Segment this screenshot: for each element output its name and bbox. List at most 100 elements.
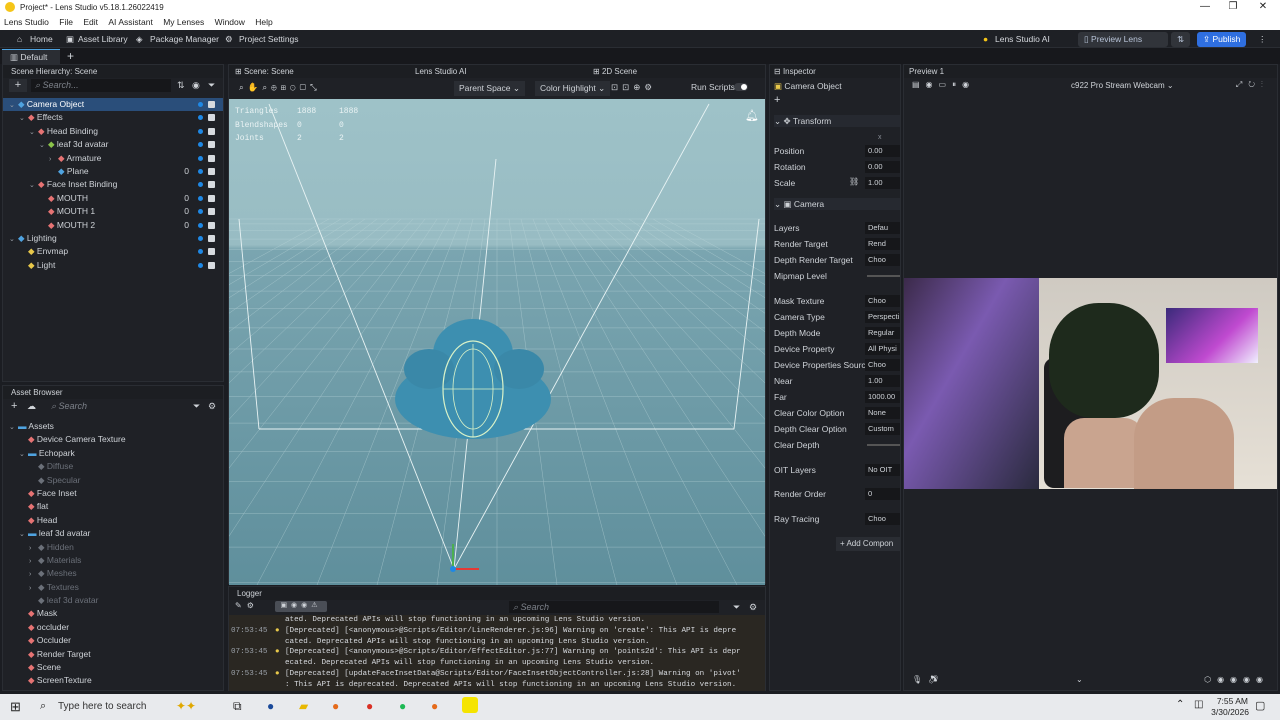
log-line[interactable]: : This API is deprecated. Deprecated API… xyxy=(231,680,765,691)
expand-arrow-icon[interactable]: › xyxy=(29,568,38,581)
property-value[interactable]: No OIT xyxy=(865,464,900,476)
hierarchy-item[interactable]: ⌄ ◆ Head Binding xyxy=(3,125,223,138)
assets-item[interactable]: ◆ Render Target xyxy=(3,648,223,661)
file-explorer-icon[interactable]: ▰ xyxy=(299,699,308,713)
lens-studio-taskbar-icon[interactable] xyxy=(462,697,478,713)
assets-item[interactable]: ⌄ ▬ Echopark xyxy=(3,447,223,460)
enable-checkbox[interactable] xyxy=(208,208,215,216)
transform-header[interactable]: ⌄ ✥ Transform xyxy=(774,115,900,127)
enable-checkbox[interactable] xyxy=(208,141,215,149)
tab-scene[interactable]: ⊞ Scene: Scene xyxy=(235,65,294,78)
chrome-icon[interactable]: ● xyxy=(366,699,373,713)
firefox-icon[interactable]: ● xyxy=(332,699,339,713)
close-button[interactable]: ✕ xyxy=(1248,1,1278,12)
maximize-button[interactable]: ❐ xyxy=(1218,1,1248,12)
visibility-icon[interactable]: ◉ xyxy=(192,80,200,91)
property-value[interactable]: 1000.00 xyxy=(865,391,900,403)
minimize-button[interactable]: — xyxy=(1190,1,1220,12)
menu-ai-assistant[interactable]: AI Assistant xyxy=(108,16,152,27)
enable-checkbox[interactable] xyxy=(208,221,215,229)
log-line[interactable]: ecated. Deprecated APIs will stop functi… xyxy=(231,658,765,669)
menu-lens-studio[interactable]: Lens Studio xyxy=(4,16,49,27)
assets-item[interactable]: ◆ Device Camera Texture xyxy=(3,433,223,446)
position-x-field[interactable]: 0.00 xyxy=(865,145,900,157)
clock-date[interactable]: 3/30/2026 xyxy=(1205,707,1249,717)
enable-checkbox[interactable] xyxy=(208,114,215,122)
preview-action-icons[interactable]: ⤢↻⋮ xyxy=(1236,80,1269,90)
property-slider[interactable] xyxy=(867,275,900,277)
hierarchy-item[interactable]: ⌄ ◆ Camera Object xyxy=(3,98,223,112)
lens-studio-ai-button[interactable]: Lens Studio AI xyxy=(995,34,1050,44)
cloud-icon[interactable]: ☁ xyxy=(27,401,36,412)
add-tag-button[interactable]: + xyxy=(774,94,780,106)
asset-filter-icon[interactable]: ⏷ xyxy=(193,401,200,412)
publish-button[interactable]: ⇪ Publish xyxy=(1197,32,1247,47)
assets-item[interactable]: ◆ Head xyxy=(3,514,223,527)
property-value[interactable]: Choo xyxy=(865,359,900,371)
camera-bell-icon[interactable]: 🔔︎ xyxy=(745,109,759,122)
view-tool-icons[interactable]: ⊡⊡⊕⚙ xyxy=(611,82,656,93)
assets-item[interactable]: ⌄ ▬ Assets xyxy=(3,420,223,433)
expand-arrow-icon[interactable]: › xyxy=(29,555,38,568)
expand-arrow-icon[interactable]: › xyxy=(29,542,38,555)
expand-arrow-icon[interactable]: ⌄ xyxy=(9,421,18,434)
assets-item[interactable]: ◆ Face Inset xyxy=(3,487,223,500)
menu-edit[interactable]: Edit xyxy=(83,16,98,27)
preview-bottom-icons[interactable]: ⬡◉◉◉◉ xyxy=(1204,675,1269,684)
property-value[interactable]: Choo xyxy=(865,295,900,307)
expand-arrow-icon[interactable]: ⌄ xyxy=(39,139,48,152)
property-value[interactable]: Regular xyxy=(865,327,900,339)
link-icon[interactable]: ⛓ xyxy=(849,177,859,186)
preview-tool-icons[interactable]: ▤◉▭⏸◉ xyxy=(912,80,975,90)
task-view-icon[interactable]: ⧉ xyxy=(233,699,242,714)
system-tray-chevron-icon[interactable]: ⌃ xyxy=(1176,699,1184,710)
add-asset-button[interactable]: + xyxy=(11,400,17,412)
enable-checkbox[interactable] xyxy=(208,194,215,202)
menu-my-lenses[interactable]: My Lenses xyxy=(163,16,204,27)
tab-default[interactable]: ▥ Default xyxy=(2,49,60,64)
hierarchy-item[interactable]: › ◆ Armature xyxy=(3,152,223,165)
taskbar-search-box[interactable]: Type here to search xyxy=(58,701,146,712)
add-tab-button[interactable]: + xyxy=(67,49,74,63)
color-highlight-dropdown[interactable]: Color Highlight ⌄ xyxy=(535,81,611,96)
expand-arrow-icon[interactable]: ⌄ xyxy=(19,112,28,125)
log-line[interactable]: cated. Deprecated APIs will stop functio… xyxy=(231,637,765,648)
filter-icon[interactable]: ⏷ xyxy=(208,80,215,91)
scene-tool-icons[interactable]: ⌕✋⌕⊕⊞⊙▢⤡ xyxy=(239,82,321,93)
webcam-dropdown[interactable]: c922 Pro Stream Webcam ⌄ xyxy=(1071,81,1174,90)
assets-item[interactable]: › ◆ Hidden xyxy=(3,541,223,554)
windows-start-icon[interactable]: ⊞ xyxy=(10,699,21,715)
preview-settings-icon[interactable]: ⇅ xyxy=(1171,32,1191,47)
expand-arrow-icon[interactable]: ⌄ xyxy=(29,179,38,192)
assets-item[interactable]: ◆ Diffuse xyxy=(3,460,223,473)
property-slider[interactable] xyxy=(867,444,900,446)
browser-icon[interactable]: ● xyxy=(431,699,438,713)
assets-item[interactable]: ◆ Mask xyxy=(3,607,223,620)
preview-collapse-icon[interactable]: ⌄ xyxy=(1076,675,1083,684)
log-line[interactable]: 07:53:45 ● [Deprecated] [updateFaceInsetDa… xyxy=(231,669,765,680)
property-value[interactable]: Custom xyxy=(865,423,900,435)
enable-checkbox[interactable] xyxy=(208,181,215,189)
property-value[interactable]: 1.00 xyxy=(865,375,900,387)
expand-arrow-icon[interactable]: ⌄ xyxy=(19,528,28,541)
assets-item[interactable]: › ◆ Textures xyxy=(3,581,223,594)
hierarchy-item[interactable]: ⌄ ◆ leaf 3d avatar xyxy=(3,138,223,151)
assets-item[interactable]: › ◆ Materials xyxy=(3,554,223,567)
assets-item[interactable]: ◆ Scene xyxy=(3,661,223,674)
logger-settings-icon[interactable]: ⚙ xyxy=(749,602,757,613)
log-line[interactable]: ated. Deprecated APIs will stop function… xyxy=(231,615,765,626)
expand-arrow-icon[interactable]: ⌄ xyxy=(9,99,18,112)
hierarchy-search-input[interactable]: ⌕ Search... xyxy=(31,79,171,92)
log-line[interactable]: 07:53:45 ● [Deprecated] [<anonymous>@Scrip… xyxy=(231,626,765,637)
scale-x-field[interactable]: 1.00 xyxy=(865,177,900,189)
hierarchy-item[interactable]: ◆ MOUTH 2 0 xyxy=(3,219,223,232)
scene-viewport[interactable]: Triangles 1888 1888 Blendshapes 0 0 Joints 2 2 🔔… xyxy=(229,99,765,585)
rotation-x-field[interactable]: 0.00 xyxy=(865,161,900,173)
enable-checkbox[interactable] xyxy=(208,127,215,135)
hierarchy-item[interactable]: ◆ MOUTH 0 xyxy=(3,192,223,205)
hierarchy-item[interactable]: ⌄ ◆ Face Inset Binding xyxy=(3,178,223,191)
enable-checkbox[interactable] xyxy=(208,101,215,108)
logger-filter-icon[interactable]: ⏷ xyxy=(733,602,740,613)
assets-item[interactable]: ◆ occluder xyxy=(3,621,223,634)
property-value[interactable]: None xyxy=(865,407,900,419)
